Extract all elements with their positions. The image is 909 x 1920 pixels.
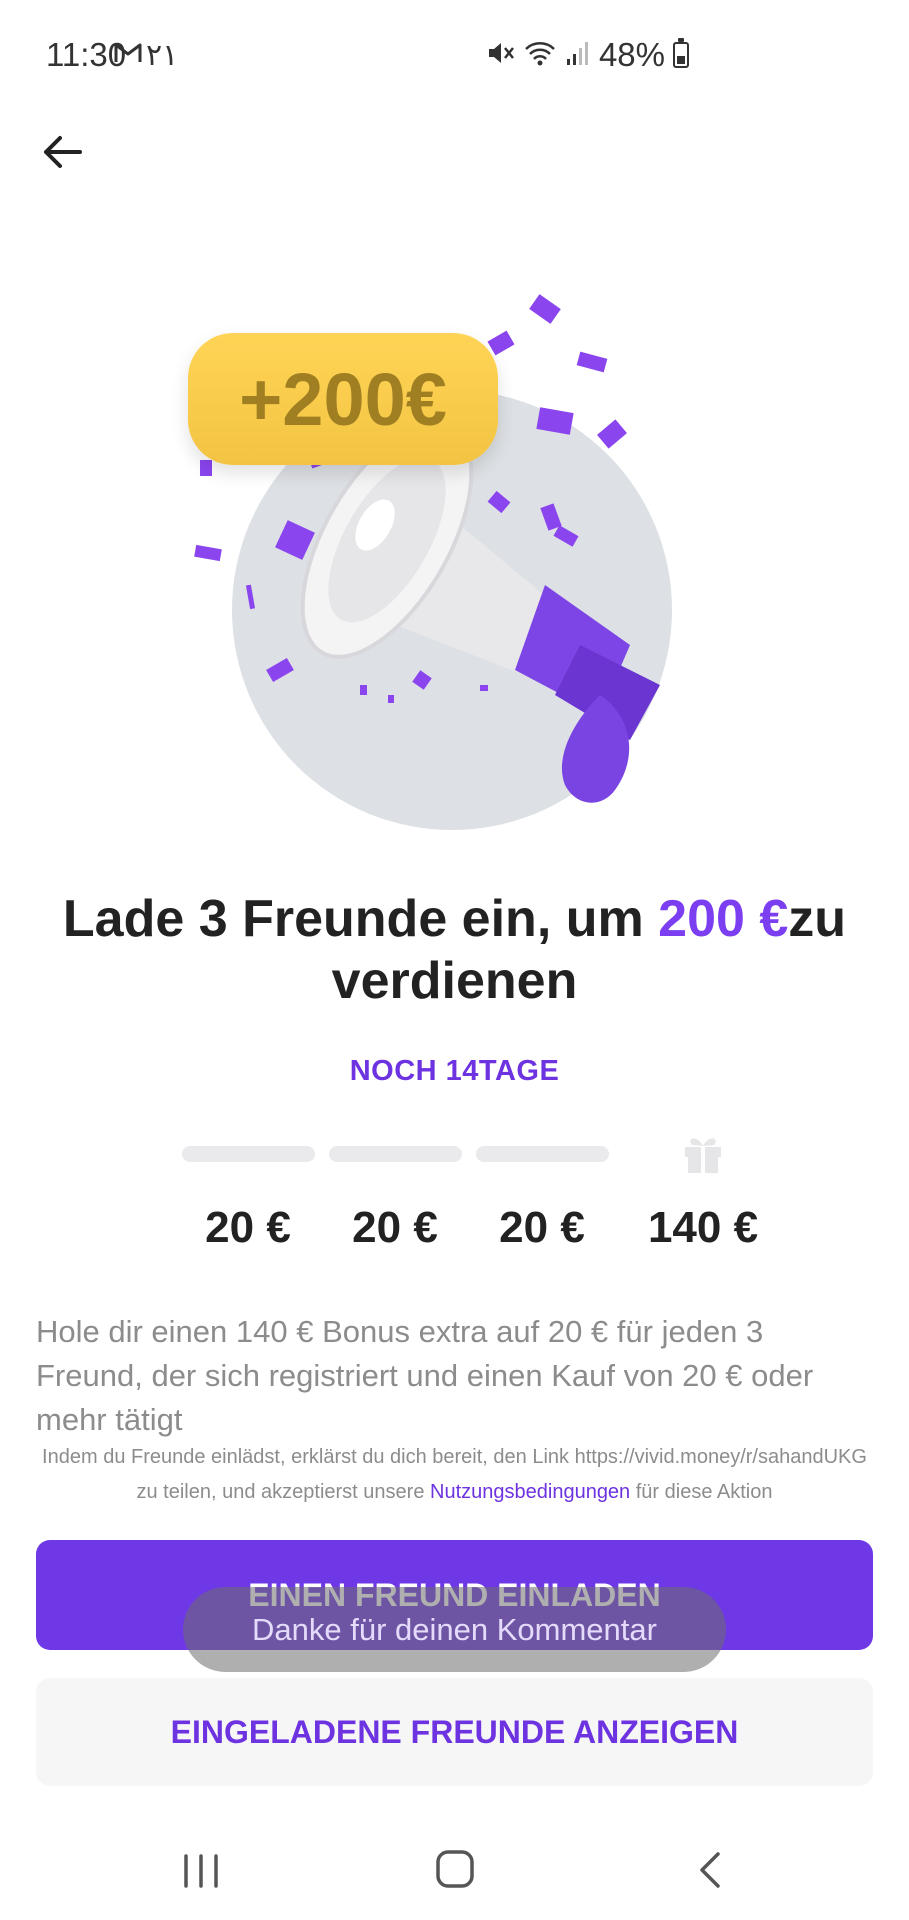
title-amount: 200 € [658, 890, 789, 948]
status-bar: 11:30 ٢١ 48% [0, 0, 909, 112]
title-part-1: Lade 3 Freunde ein, um [62, 890, 659, 948]
bonus-description: Hole dir einen 140 € Bonus extra auf 20 … [36, 1314, 814, 1437]
mute-icon [485, 38, 515, 73]
recent-apps-button[interactable] [166, 1840, 236, 1900]
signal-icon [565, 39, 591, 72]
toast-message: Danke für deinen Kommentar [183, 1587, 726, 1672]
reward-amount-bonus: 140 € [647, 1203, 759, 1252]
reward-amount-1: 20 € [205, 1203, 291, 1252]
page-title: Lade 3 Freunde ein, um 200 €zu verdienen [40, 888, 869, 1012]
gmail-icon [114, 42, 142, 69]
arrow-left-icon [44, 136, 82, 168]
reward-amount-2: 20 € [352, 1203, 438, 1252]
recent-apps-icon [184, 1854, 218, 1888]
hero-illustration: +200€ [160, 285, 720, 845]
gift-icon [680, 1130, 726, 1176]
status-icons: 48% [485, 36, 689, 74]
system-nav-bar [0, 1830, 909, 1920]
bonus-badge: +200€ [188, 333, 498, 465]
battery-icon [673, 38, 689, 68]
back-nav-button[interactable] [674, 1840, 744, 1900]
terms-text: Indem du Freunde einlädst, erklärst du d… [30, 1440, 879, 1510]
progress-segment [329, 1146, 462, 1162]
status-notification-count: ٢١ [146, 39, 179, 72]
progress-segment [476, 1146, 609, 1162]
chevron-left-icon [700, 1852, 720, 1888]
battery-percent: 48% [598, 36, 665, 73]
home-button[interactable] [420, 1840, 490, 1900]
terms-link[interactable]: Nutzungsbedingungen [430, 1481, 630, 1503]
terms-text-after: für diese Aktion [630, 1481, 773, 1503]
wifi-icon [523, 39, 557, 72]
show-invited-friends-button[interactable]: EINGELADENE FREUNDE ANZEIGEN [36, 1678, 873, 1786]
progress-segment [182, 1146, 315, 1162]
reward-amount-3: 20 € [499, 1203, 585, 1252]
days-remaining: NOCH 14TAGE [349, 1055, 560, 1087]
home-icon [436, 1850, 474, 1888]
back-button[interactable] [38, 128, 86, 176]
